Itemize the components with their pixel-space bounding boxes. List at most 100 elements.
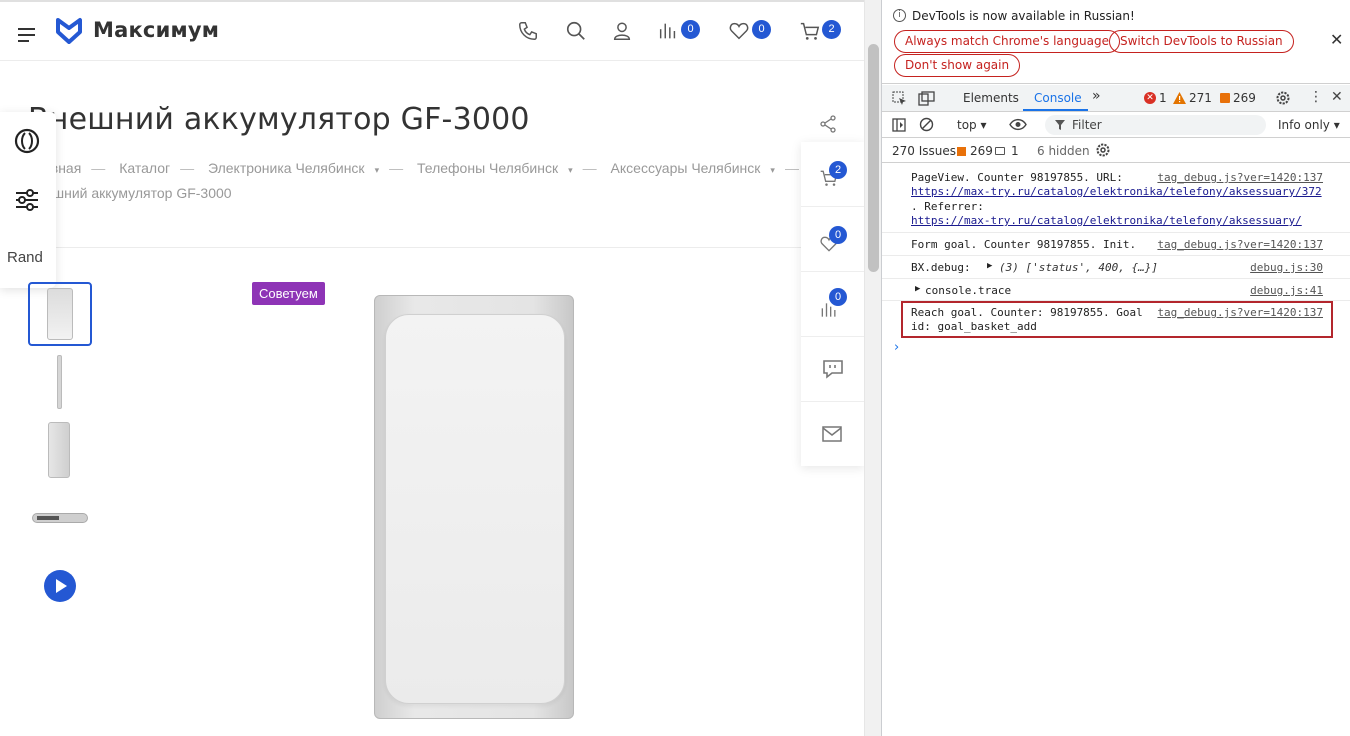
log-text: BX.debug: [911, 261, 971, 274]
breadcrumb-item[interactable]: Телефоны Челябинск [417, 160, 558, 176]
panel-favorites-button[interactable]: 0 [801, 207, 864, 272]
console-message: PageView. Counter 98197855. URL: tag_deb… [882, 166, 1350, 233]
close-icon[interactable]: ✕ [1330, 30, 1343, 49]
settings-icon[interactable] [1095, 142, 1111, 158]
console-message: BX.debug: ▶ (3) ['status', 400, {…}] deb… [882, 256, 1350, 279]
scrollbar-thumb[interactable] [868, 44, 879, 272]
share-icon[interactable] [819, 115, 837, 133]
warning-count[interactable]: 271 [1189, 91, 1212, 105]
console-message: Form goal. Counter 98197855. Init. tag_d… [882, 233, 1350, 256]
breadcrumb-item[interactable]: Электроника Челябинск [208, 160, 365, 176]
log-level-value: Info only [1278, 118, 1330, 132]
log-level-selector[interactable]: Info only ▾ [1278, 118, 1340, 132]
panel-cart-button[interactable]: 2 [801, 142, 864, 207]
breadcrumb: Главная— Каталог— Электроника Челябинск▾… [28, 160, 809, 176]
log-text: PageView. Counter 98197855. URL: [911, 171, 1123, 184]
log-url-link[interactable]: https://max-try.ru/catalog/elektronika/t… [911, 214, 1302, 227]
log-text: . Referrer: [911, 200, 984, 213]
switch-language-button[interactable]: Switch DevTools to Russian [1109, 30, 1294, 53]
thumbnail[interactable] [28, 282, 92, 346]
dont-show-again-button[interactable]: Don't show again [894, 54, 1021, 77]
cart-badge: 2 [829, 161, 847, 179]
compare-icon[interactable] [657, 20, 679, 42]
cart-icon[interactable] [799, 20, 821, 42]
side-panel-label[interactable]: Rand [7, 249, 43, 266]
filter-input[interactable]: Filter [1045, 115, 1266, 135]
more-tabs-icon[interactable]: » [1092, 88, 1101, 104]
page-title: Внешний аккумулятор GF-3000 [28, 102, 530, 137]
panel-chat-button[interactable] [801, 337, 864, 402]
issues-icon [1220, 93, 1230, 103]
issue-count[interactable]: 269 [970, 144, 993, 158]
eye-icon[interactable] [1009, 118, 1027, 131]
product-image[interactable] [374, 295, 574, 719]
thumbnail[interactable] [28, 486, 92, 550]
tab-console[interactable]: Console [1034, 91, 1082, 105]
filter-placeholder: Filter [1072, 118, 1102, 132]
panel-compare-button[interactable]: 0 [801, 272, 864, 337]
devtools-tabbar: Elements Console » ✕ 1 271 269 ⋮ ✕ [882, 85, 1350, 112]
menu-icon[interactable] [18, 28, 35, 46]
site-logo[interactable]: Максимум [55, 16, 219, 44]
logo-icon [56, 18, 82, 44]
log-text[interactable]: console.trace [925, 284, 1011, 297]
breadcrumb-current: Внешний аккумулятор GF-3000 [28, 185, 232, 201]
log-source-link[interactable]: debug.js:41 [1250, 284, 1323, 297]
close-devtools-icon[interactable]: ✕ [1331, 89, 1343, 105]
expand-arrow-icon[interactable]: ▶ [987, 261, 992, 271]
favorites-badge: 0 [829, 226, 847, 244]
clear-console-icon[interactable] [919, 117, 934, 132]
phone-icon[interactable] [517, 20, 539, 42]
thumbnail[interactable] [28, 350, 92, 414]
sidebar-toggle-icon[interactable] [892, 118, 906, 132]
console-toolbar: top ▾ Filter Info only ▾ [882, 112, 1350, 138]
filter-icon [1055, 120, 1065, 130]
highlight-box [901, 301, 1333, 338]
console-prompt[interactable]: › [894, 340, 899, 355]
circle-logo-icon[interactable] [14, 128, 40, 154]
issues-count[interactable]: 269 [1233, 91, 1256, 105]
issues-label: 270 Issues: [892, 144, 961, 158]
cart-badge: 2 [822, 20, 841, 39]
log-url-link[interactable]: https://max-try.ru/catalog/elektronika/t… [911, 185, 1322, 198]
website-viewport: Максимум 0 0 2 Внешний аккумулятор GF-30… [0, 0, 864, 736]
info-icon: i [893, 9, 906, 22]
thumbnail[interactable] [28, 418, 92, 482]
user-icon[interactable] [611, 20, 633, 42]
more-options-icon[interactable]: ⋮ [1309, 89, 1323, 105]
settings-icon[interactable] [1275, 90, 1291, 106]
breadcrumb-item[interactable]: Каталог [119, 160, 170, 176]
error-icon: ✕ [1144, 92, 1156, 104]
compare-badge: 0 [681, 20, 700, 39]
search-icon[interactable] [565, 20, 587, 42]
breadcrumb-item[interactable]: Аксессуары Челябинск [611, 160, 761, 176]
match-language-button[interactable]: Always match Chrome's language [894, 30, 1120, 53]
inspect-element-icon[interactable] [892, 91, 907, 106]
error-count[interactable]: 1 [1159, 91, 1167, 105]
favorites-badge: 0 [752, 20, 771, 39]
log-source-link[interactable]: debug.js:30 [1250, 261, 1323, 274]
chat-icon [823, 360, 843, 379]
devtools-panel: i DevTools is now available in Russian! … [881, 0, 1350, 736]
sliders-icon[interactable] [14, 187, 40, 213]
right-action-panel: 2 0 0 [801, 142, 864, 466]
heart-icon[interactable] [728, 20, 750, 42]
log-source-link[interactable]: tag_debug.js?ver=1420:137 [1157, 238, 1323, 251]
issue-info-count[interactable]: 1 [1011, 144, 1019, 158]
page-scrollbar[interactable] [864, 0, 881, 736]
log-source-link[interactable]: tag_debug.js?ver=1420:137 [1157, 171, 1323, 184]
site-header: Максимум 0 0 2 [0, 0, 864, 61]
expand-arrow-icon[interactable]: ▶ [915, 284, 920, 294]
notice-text: DevTools is now available in Russian! [912, 9, 1135, 23]
console-message: ▶ console.trace debug.js:41 [882, 279, 1350, 301]
mail-icon [822, 426, 842, 442]
panel-mail-button[interactable] [801, 402, 864, 467]
video-play-button[interactable] [44, 570, 76, 602]
log-object[interactable]: (3) ['status', 400, {…}] [999, 261, 1158, 274]
tab-elements[interactable]: Elements [963, 91, 1019, 105]
context-selector[interactable]: top ▾ [957, 118, 987, 132]
context-value: top [957, 118, 977, 132]
active-tab-indicator [1023, 109, 1088, 111]
hidden-issues[interactable]: 6 hidden [1037, 144, 1090, 158]
device-toolbar-icon[interactable] [918, 91, 935, 106]
